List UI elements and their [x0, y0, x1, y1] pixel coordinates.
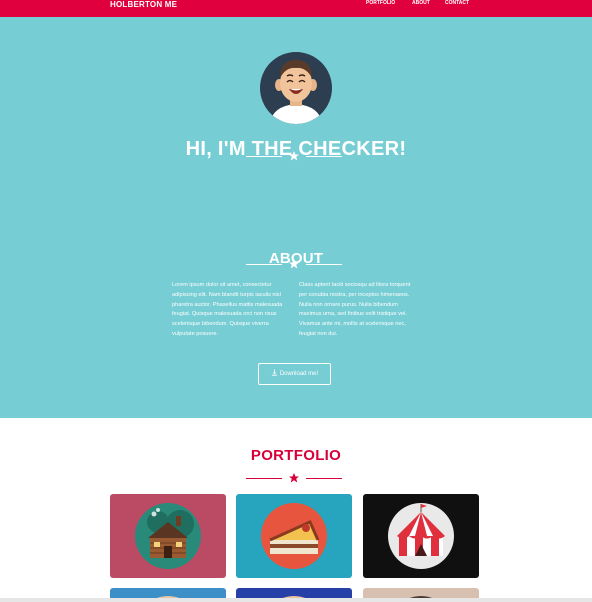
divider-line [306, 478, 342, 479]
cabin-icon [135, 503, 201, 569]
nav-link-contact[interactable]: CONTACT [445, 0, 469, 7]
star-icon [289, 473, 299, 483]
portfolio-item-circus-tent[interactable] [363, 494, 479, 578]
divider-line [246, 264, 282, 265]
nav-link-about[interactable]: ABOUT [412, 0, 430, 7]
divider-line [306, 156, 342, 157]
nav-link-portfolio[interactable]: PORTFOLIO [366, 0, 395, 7]
brand-logo[interactable]: HOLBERTON ME [110, 0, 177, 9]
download-icon [271, 369, 277, 376]
about-text-right: Class aptent taciti sociosqu ad litora t… [299, 282, 411, 337]
star-icon [289, 259, 299, 269]
horizontal-scrollbar[interactable] [0, 598, 592, 602]
download-button[interactable]: Download me! [258, 363, 331, 385]
portfolio-title: PORTFOLIO [250, 447, 342, 464]
download-label: Download me! [279, 371, 319, 377]
avatar [260, 52, 332, 124]
circus-tent-icon [388, 503, 454, 569]
portfolio-divider [246, 472, 342, 484]
divider-line [246, 478, 282, 479]
portfolio-item-cabin[interactable] [110, 494, 226, 578]
hero-section: HI, I'M THE CHECKER! ABOUT Lorem ipsum d… [0, 17, 592, 418]
star-icon [289, 151, 299, 161]
about-divider [246, 258, 342, 270]
divider-line [246, 156, 282, 157]
title-divider [246, 150, 342, 162]
portfolio-item-cake[interactable] [236, 494, 352, 578]
about-text-left: Lorem ipsum dolor sit amet, consectetur … [172, 282, 283, 337]
divider-line [306, 264, 342, 265]
navbar: HOLBERTON ME PORTFOLIO ABOUT CONTACT [0, 0, 592, 17]
cake-icon [261, 503, 327, 569]
